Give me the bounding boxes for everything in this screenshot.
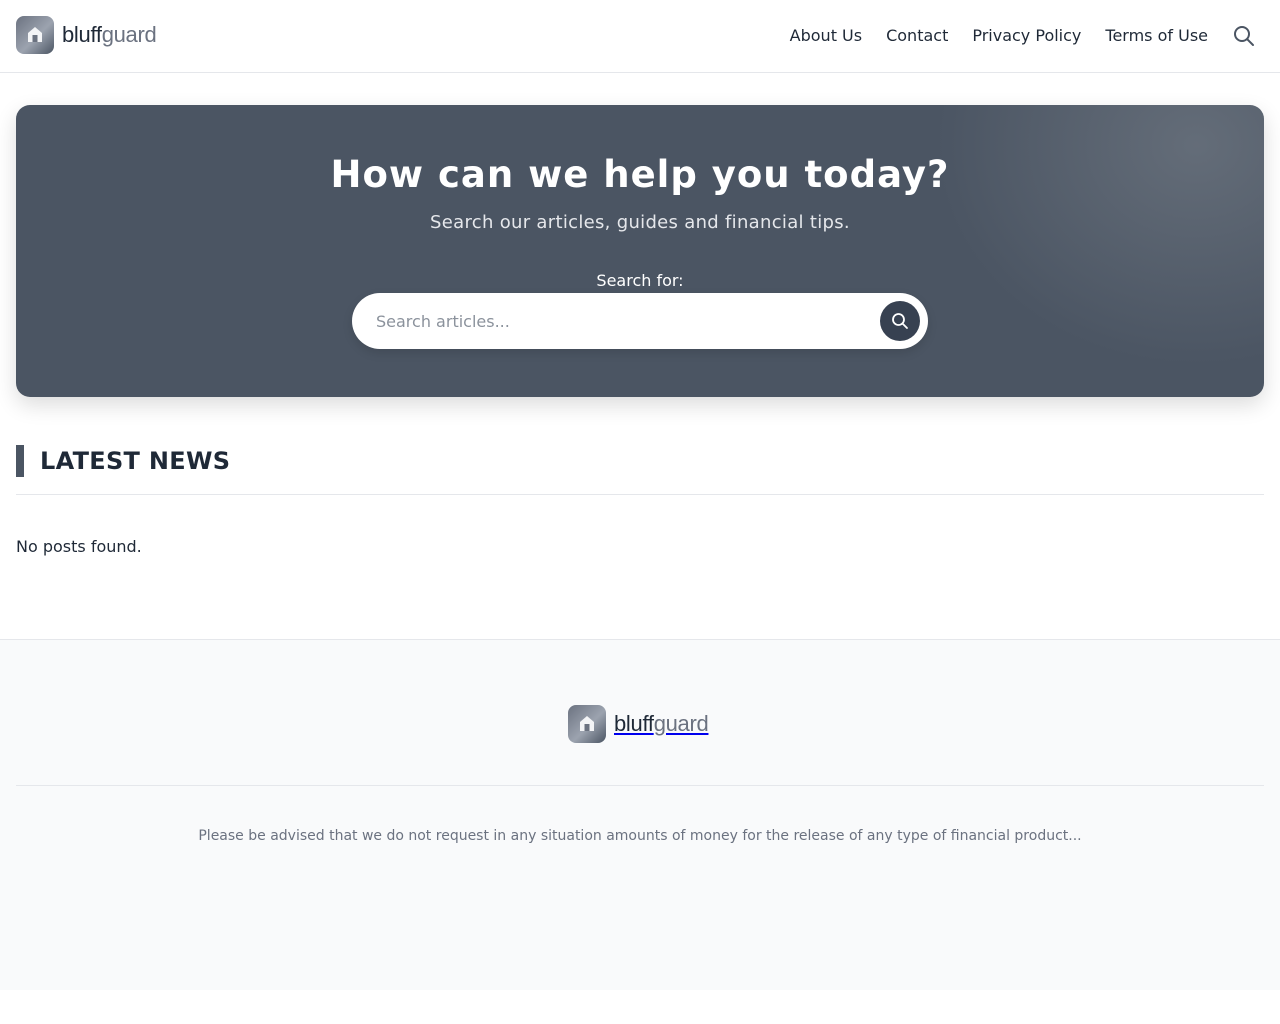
footer-disclaimer: Please be advised that we do not request… [198,828,1082,844]
hero-section: How can we help you today? Search our ar… [16,105,1264,397]
site-header: bluffguard About Us Contact Privacy Poli… [0,0,1280,73]
nav-privacy-policy[interactable]: Privacy Policy [972,24,1081,48]
section-accent-bar [16,445,24,477]
search-form [352,293,928,349]
footer-brand-name-part2: guard [653,711,709,736]
hero-subtitle: Search our articles, guides and financia… [430,212,850,233]
house-icon [568,705,606,743]
nav-about-us[interactable]: About Us [790,24,862,48]
search-input[interactable] [376,307,856,335]
brand-name-part2: guard [101,22,157,47]
hero-title: How can we help you today? [330,153,950,196]
search-submit-button[interactable] [880,301,920,341]
search-label: Search for: [596,271,684,290]
footer-brand-name-part1: bluff [614,711,654,736]
footer-brand-name: bluffguard [614,711,709,737]
search-icon [892,313,908,329]
brand-name-part1: bluff [62,22,102,47]
latest-news-title: LATEST NEWS [40,447,231,475]
main-nav: About Us Contact Privacy Policy Terms of… [766,24,1208,48]
house-icon [16,16,54,54]
brand-name: bluffguard [62,22,157,48]
latest-news-header: LATEST NEWS [16,445,1264,495]
footer-logo-link[interactable]: bluffguard [568,705,709,743]
nav-contact[interactable]: Contact [886,24,948,48]
no-posts-message: No posts found. [16,537,142,556]
footer-divider [16,785,1264,786]
nav-terms-of-use[interactable]: Terms of Use [1105,24,1208,48]
site-footer: bluffguard Please be advised that we do … [0,639,1280,990]
search-icon[interactable] [1232,24,1256,48]
header-logo-link[interactable]: bluffguard [16,16,157,54]
